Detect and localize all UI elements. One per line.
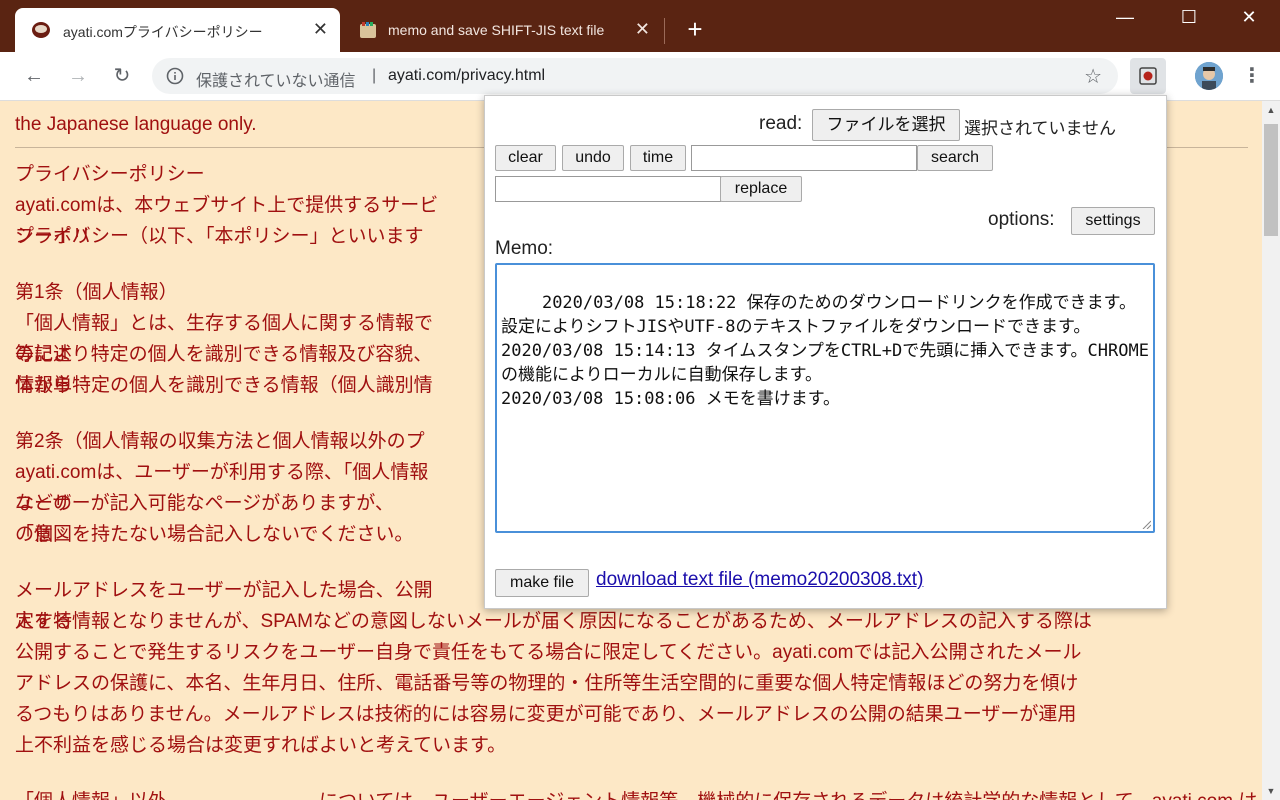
- profile-avatar[interactable]: [1195, 62, 1223, 90]
- tab-close-icon[interactable]: ✕: [313, 19, 328, 39]
- info-icon[interactable]: [166, 67, 184, 85]
- options-label: options:: [988, 209, 1055, 230]
- paragraph-line: るつもりはありません。メールアドレスは技術的には容易に変更が可能であり、メールア…: [15, 704, 1077, 725]
- paragraph-line: 上不利益を感じる場合は変更すればよいと考えています。: [15, 735, 507, 756]
- avatar-icon: [1195, 62, 1223, 90]
- memo-extension-icon: [360, 22, 376, 38]
- memo-textarea[interactable]: 2020/03/08 15:18:22 保存のためのダウンロードリンクを作成でき…: [495, 263, 1155, 533]
- security-status: 保護されていない通信: [196, 73, 356, 90]
- tab-separator: [664, 18, 665, 44]
- bookmark-star-icon[interactable]: ☆: [1084, 64, 1102, 89]
- search-button[interactable]: search: [917, 145, 993, 171]
- browser-toolbar: ← → ↻ 保護されていない通信 | ayati.com/privacy.htm…: [0, 52, 1280, 101]
- undo-button[interactable]: undo: [562, 145, 624, 171]
- forward-button[interactable]: →: [64, 62, 92, 90]
- time-button[interactable]: time: [630, 145, 686, 171]
- settings-button[interactable]: settings: [1071, 207, 1155, 235]
- maximize-button[interactable]: ☐: [1158, 0, 1220, 34]
- tab-memo[interactable]: memo and save SHIFT-JIS text file ✕: [350, 8, 660, 52]
- clear-button[interactable]: clear: [495, 145, 556, 171]
- make-file-button[interactable]: make file: [495, 569, 589, 597]
- search-input[interactable]: [691, 145, 917, 171]
- address-divider: |: [372, 67, 377, 84]
- scroll-down-arrow-icon[interactable]: ▼: [1262, 782, 1280, 800]
- back-button[interactable]: ←: [20, 62, 48, 90]
- replace-input[interactable]: [495, 176, 721, 202]
- tab-close-icon[interactable]: ✕: [635, 19, 650, 39]
- paragraph-line: 定する情報となりませんが、SPAMなどの意図しないメールが届く原因になることがあ…: [15, 611, 1092, 632]
- scroll-up-arrow-icon[interactable]: ▲: [1262, 101, 1280, 119]
- replace-button[interactable]: replace: [720, 176, 802, 202]
- resize-grip-icon[interactable]: [1141, 519, 1151, 529]
- address-bar[interactable]: 保護されていない通信 | ayati.com/privacy.html ☆: [152, 58, 1118, 94]
- memo-label: Memo:: [495, 238, 554, 259]
- close-window-button[interactable]: ✕: [1218, 0, 1280, 34]
- url-text[interactable]: ayati.com/privacy.html: [388, 67, 545, 85]
- tab-title: memo and save SHIFT-JIS text file: [388, 22, 605, 38]
- extension-icon: [1139, 67, 1157, 85]
- tab-privacy[interactable]: ayati.comプライバシーポリシー ✕: [15, 8, 340, 52]
- title-bar: ayati.comプライバシーポリシー ✕ memo and save SHIF…: [0, 0, 1280, 52]
- memo-text: 2020/03/08 15:18:22 保存のためのダウンロードリンクを作成でき…: [501, 293, 1149, 409]
- memo-extension-button[interactable]: [1130, 58, 1166, 94]
- reload-button[interactable]: ↻: [108, 62, 136, 90]
- tab-title: ayati.comプライバシーポリシー: [63, 24, 263, 40]
- file-status: 選択されていません: [964, 119, 1116, 138]
- minimize-button[interactable]: —: [1094, 0, 1156, 34]
- paragraph-line: 「個人情報」以外 については、ユーザーエージェント情報等、機械的に保存されるデー…: [15, 786, 1262, 800]
- choose-file-button[interactable]: ファイルを選択: [812, 109, 960, 141]
- paragraph-line: アドレスの保護に、本名、生年月日、住所、電話番号等の物理的・住所等生活空間的に重…: [15, 673, 1079, 694]
- favicon-icon: [32, 22, 50, 38]
- paragraph-line: 公開することで発生するリスクをユーザー自身で責任をもてる場合に限定してください。…: [15, 642, 1082, 663]
- download-link[interactable]: download text file (memo20200308.txt): [596, 569, 923, 591]
- scroll-thumb[interactable]: [1264, 124, 1278, 236]
- new-tab-button[interactable]: +: [682, 14, 708, 44]
- memo-popup: read: ファイルを選択 選択されていません clear undo time …: [484, 95, 1167, 609]
- menu-icon[interactable]: ⋮: [1240, 62, 1264, 90]
- read-label: read:: [759, 113, 803, 134]
